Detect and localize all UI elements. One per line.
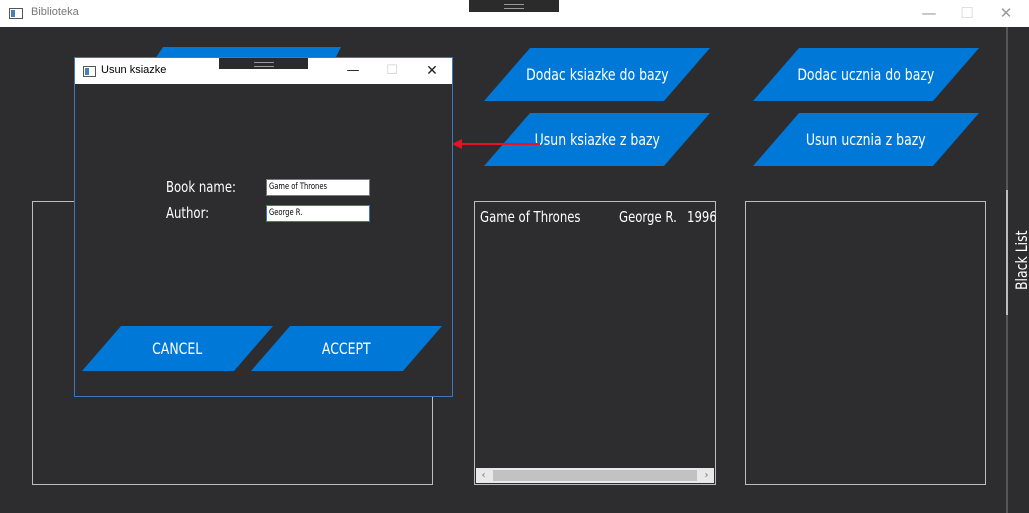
dialog-minimize-icon[interactable]: — (333, 58, 373, 84)
book-year-cell: 1996 (687, 208, 717, 226)
blacklist-tab-label: Black List (1012, 230, 1029, 290)
close-icon[interactable]: ✕ (986, 0, 1026, 27)
window-title: Biblioteka (31, 6, 79, 18)
remove-book-dialog: Usun ksiazke — ☐ ✕ Book name: Game of Th… (74, 57, 453, 397)
remove-student-label: Usun ucznia z bazy (806, 130, 926, 149)
add-student-button[interactable]: Dodac ucznia do bazy (753, 48, 979, 101)
dialog-drag-handle[interactable] (219, 58, 308, 69)
add-student-label: Dodac ucznia do bazy (797, 65, 935, 84)
maximize-icon[interactable]: ☐ (947, 0, 987, 27)
book-name-label: Book name: (166, 178, 236, 196)
dialog-close-icon[interactable]: ✕ (412, 58, 452, 84)
drag-handle[interactable] (469, 0, 559, 12)
cancel-label: CANCEL (152, 339, 203, 358)
minimize-icon[interactable]: — (909, 0, 949, 27)
cancel-button[interactable]: CANCEL (82, 326, 273, 371)
dialog-app-icon (83, 66, 96, 77)
scrollbar-thumb[interactable] (493, 470, 697, 481)
accept-button[interactable]: ACCEPT (251, 326, 442, 371)
dialog-title: Usun ksiazke (101, 64, 167, 76)
app-icon (9, 8, 23, 19)
book-title-cell: Game of Thrones (480, 208, 581, 226)
books-list-panel[interactable]: Game of Thrones George R. 1996 ‹ › (474, 201, 717, 485)
author-input[interactable]: George R. (266, 205, 370, 222)
book-author-cell: George R. (619, 208, 677, 226)
remove-student-button[interactable]: Usun ucznia z bazy (753, 113, 979, 166)
scroll-right-icon[interactable]: › (699, 468, 714, 483)
add-book-label: Dodac ksiazke do bazy (525, 65, 669, 84)
horizontal-scrollbar[interactable]: ‹ › (476, 468, 714, 483)
add-book-button[interactable]: Dodac ksiazke do bazy (484, 48, 710, 101)
dialog-titlebar: Usun ksiazke — ☐ ✕ (75, 58, 452, 84)
author-label: Author: (166, 204, 210, 222)
accept-label: ACCEPT (322, 339, 371, 358)
scroll-left-icon[interactable]: ‹ (476, 468, 491, 483)
remove-book-label: Usun ksiazke z bazy (534, 130, 660, 149)
red-arrow-icon (452, 139, 540, 149)
dialog-maximize-icon[interactable]: ☐ (372, 58, 412, 84)
main-titlebar: Biblioteka — ☐ ✕ (0, 0, 1029, 27)
blacklist-panel[interactable] (745, 201, 986, 485)
book-name-input[interactable]: Game of Thrones (266, 179, 370, 196)
blacklist-tab[interactable]: Black List (1006, 190, 1029, 315)
